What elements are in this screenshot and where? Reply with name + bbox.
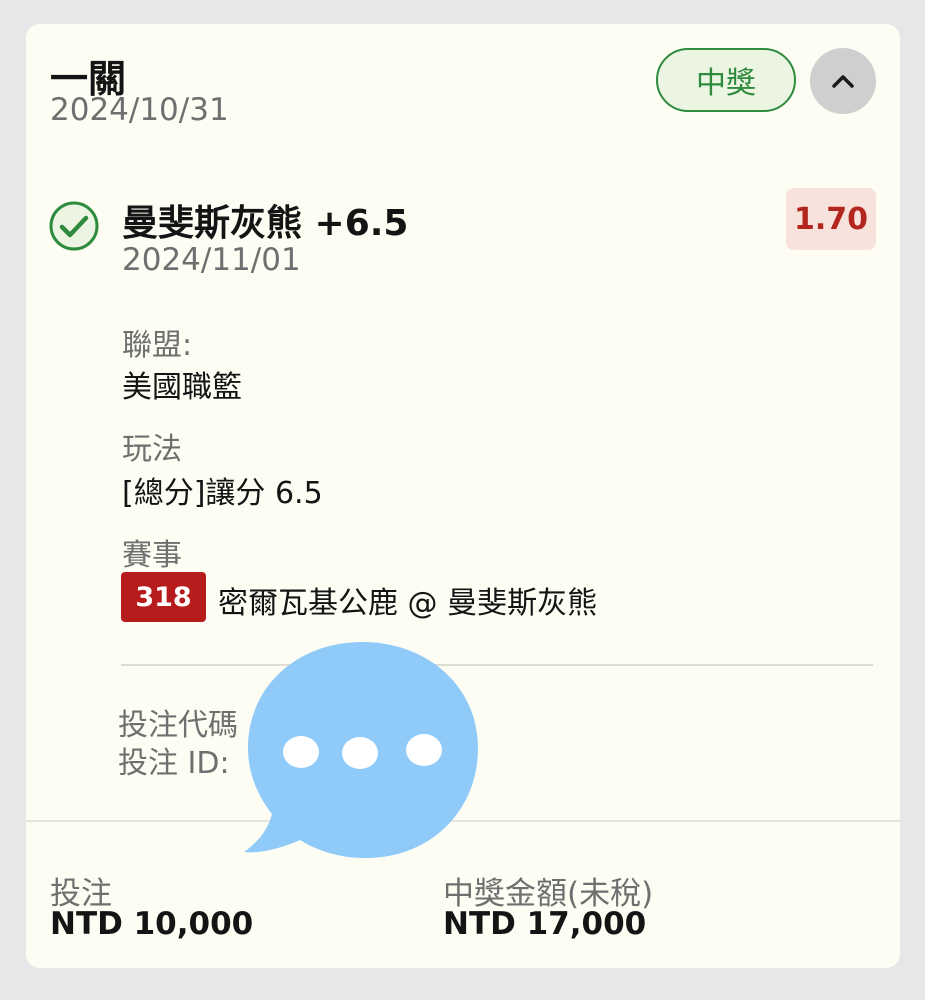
event-code-badge: 318 <box>121 572 206 622</box>
collapse-button[interactable] <box>810 48 876 114</box>
selection-title: 曼斐斯灰熊 +6.5 <box>122 203 409 244</box>
chevron-up-icon <box>832 75 854 88</box>
divider <box>121 664 873 666</box>
event-label: 賽事 <box>122 538 182 573</box>
market-label: 玩法 <box>122 432 182 467</box>
league-value: 美國職籃 <box>122 370 242 405</box>
bet-date: 2024/10/31 <box>50 92 229 128</box>
event-teams: 密爾瓦基公鹿 @ 曼斐斯灰熊 <box>218 586 598 621</box>
payout-value: NTD 17,000 <box>443 906 647 942</box>
check-circle-icon <box>49 201 99 251</box>
bet-id-label: 投注 ID: <box>118 746 230 781</box>
status-badge: 中獎 <box>656 48 796 112</box>
league-label: 聯盟: <box>122 328 193 363</box>
stake-value: NTD 10,000 <box>50 906 254 942</box>
odds-badge: 1.70 <box>786 188 876 250</box>
market-value: [總分]讓分 6.5 <box>122 476 323 511</box>
match-date: 2024/11/01 <box>122 242 301 278</box>
chat-bubble-icon <box>244 642 478 859</box>
